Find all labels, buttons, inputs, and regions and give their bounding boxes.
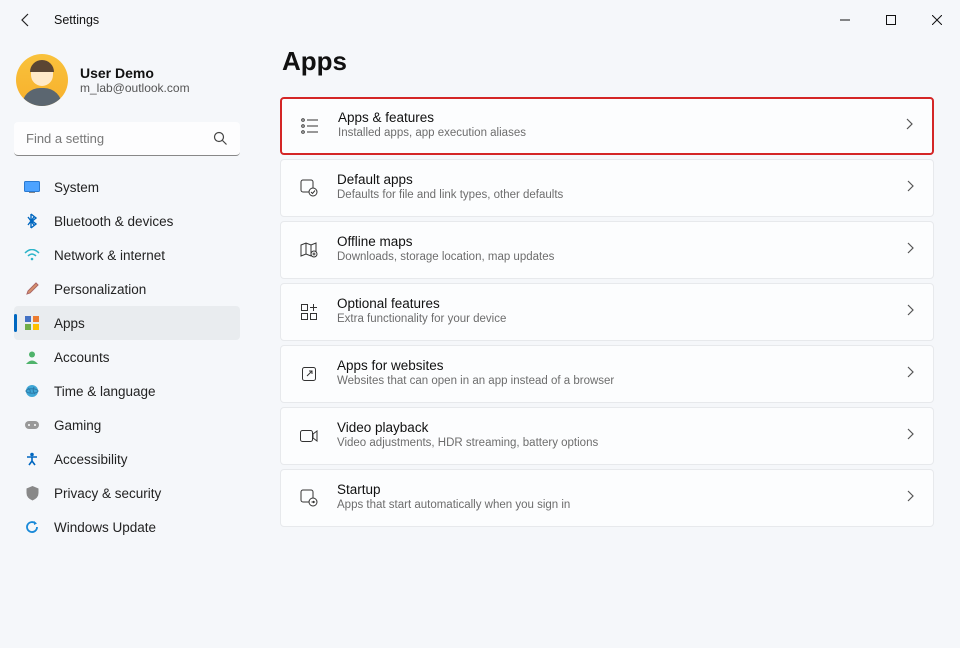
sidebar-item-accessibility[interactable]: Accessibility <box>14 442 240 476</box>
search-input[interactable] <box>14 122 240 156</box>
close-button[interactable] <box>914 4 960 36</box>
window-title: Settings <box>54 13 99 27</box>
card-title: Startup <box>337 482 907 498</box>
sidebar-item-system[interactable]: System <box>14 170 240 204</box>
sidebar-item-label: Personalization <box>54 282 146 297</box>
sidebar-item-network[interactable]: Network & internet <box>14 238 240 272</box>
sidebar-item-label: Time & language <box>54 384 156 399</box>
accounts-icon <box>24 349 40 365</box>
card-startup[interactable]: Startup Apps that start automatically wh… <box>280 469 934 527</box>
card-sub: Websites that can open in an app instead… <box>337 374 907 390</box>
maps-icon <box>299 240 319 260</box>
card-apps-websites[interactable]: Apps for websites Websites that can open… <box>280 345 934 403</box>
page-title: Apps <box>282 46 934 77</box>
sidebar-item-apps[interactable]: Apps <box>14 306 240 340</box>
sidebar-item-label: Windows Update <box>54 520 156 535</box>
nav-list: System Bluetooth & devices Network & int… <box>14 170 240 544</box>
open-external-icon <box>299 364 319 384</box>
video-icon <box>299 426 319 446</box>
card-sub: Video adjustments, HDR streaming, batter… <box>337 436 907 452</box>
card-title: Apps for websites <box>337 358 907 374</box>
chevron-right-icon <box>907 241 915 259</box>
sidebar-item-accounts[interactable]: Accounts <box>14 340 240 374</box>
gaming-icon <box>24 417 40 433</box>
globe-icon <box>24 383 40 399</box>
card-video-playback[interactable]: Video playback Video adjustments, HDR st… <box>280 407 934 465</box>
chevron-right-icon <box>907 365 915 383</box>
sidebar-item-gaming[interactable]: Gaming <box>14 408 240 442</box>
chevron-right-icon <box>907 427 915 445</box>
maximize-button[interactable] <box>868 4 914 36</box>
chevron-right-icon <box>907 489 915 507</box>
apps-icon <box>24 315 40 331</box>
search-icon <box>213 131 228 151</box>
card-sub: Installed apps, app execution aliases <box>338 126 906 142</box>
list-icon <box>300 116 320 136</box>
accessibility-icon <box>24 451 40 467</box>
profile-block[interactable]: User Demo m_lab@outlook.com <box>16 54 240 106</box>
system-icon <box>24 179 40 195</box>
shield-icon <box>24 485 40 501</box>
sidebar-item-label: Bluetooth & devices <box>54 214 173 229</box>
sidebar-item-bluetooth[interactable]: Bluetooth & devices <box>14 204 240 238</box>
card-sub: Defaults for file and link types, other … <box>337 188 907 204</box>
sidebar-item-label: Gaming <box>54 418 101 433</box>
card-title: Video playback <box>337 420 907 436</box>
default-apps-icon <box>299 178 319 198</box>
back-button[interactable] <box>16 10 36 30</box>
sidebar-item-time[interactable]: Time & language <box>14 374 240 408</box>
sidebar-item-label: Apps <box>54 316 85 331</box>
sidebar-item-label: Accessibility <box>54 452 128 467</box>
bluetooth-icon <box>24 213 40 229</box>
card-apps-features[interactable]: Apps & features Installed apps, app exec… <box>280 97 934 155</box>
wifi-icon <box>24 247 40 263</box>
sidebar-item-update[interactable]: Windows Update <box>14 510 240 544</box>
update-icon <box>24 519 40 535</box>
sidebar-item-label: Privacy & security <box>54 486 161 501</box>
titlebar: Settings <box>0 0 960 40</box>
window-controls <box>822 4 960 36</box>
optional-icon <box>299 302 319 322</box>
card-sub: Downloads, storage location, map updates <box>337 250 907 266</box>
sidebar-item-label: Accounts <box>54 350 110 365</box>
card-title: Default apps <box>337 172 907 188</box>
user-name: User Demo <box>80 65 190 81</box>
chevron-right-icon <box>907 179 915 197</box>
card-sub: Extra functionality for your device <box>337 312 907 328</box>
sidebar-item-personalization[interactable]: Personalization <box>14 272 240 306</box>
card-title: Offline maps <box>337 234 907 250</box>
search-box[interactable] <box>14 122 240 156</box>
sidebar-item-label: Network & internet <box>54 248 165 263</box>
startup-icon <box>299 488 319 508</box>
card-offline-maps[interactable]: Offline maps Downloads, storage location… <box>280 221 934 279</box>
paintbrush-icon <box>24 281 40 297</box>
avatar <box>16 54 68 106</box>
main-content: Apps Apps & features Installed apps, app… <box>250 40 960 648</box>
card-sub: Apps that start automatically when you s… <box>337 498 907 514</box>
card-title: Apps & features <box>338 110 906 126</box>
user-email: m_lab@outlook.com <box>80 81 190 95</box>
minimize-button[interactable] <box>822 4 868 36</box>
card-default-apps[interactable]: Default apps Defaults for file and link … <box>280 159 934 217</box>
sidebar-item-label: System <box>54 180 99 195</box>
chevron-right-icon <box>907 303 915 321</box>
card-optional-features[interactable]: Optional features Extra functionality fo… <box>280 283 934 341</box>
sidebar-item-privacy[interactable]: Privacy & security <box>14 476 240 510</box>
chevron-right-icon <box>906 117 914 135</box>
sidebar: User Demo m_lab@outlook.com System Bluet… <box>0 40 250 648</box>
card-title: Optional features <box>337 296 907 312</box>
